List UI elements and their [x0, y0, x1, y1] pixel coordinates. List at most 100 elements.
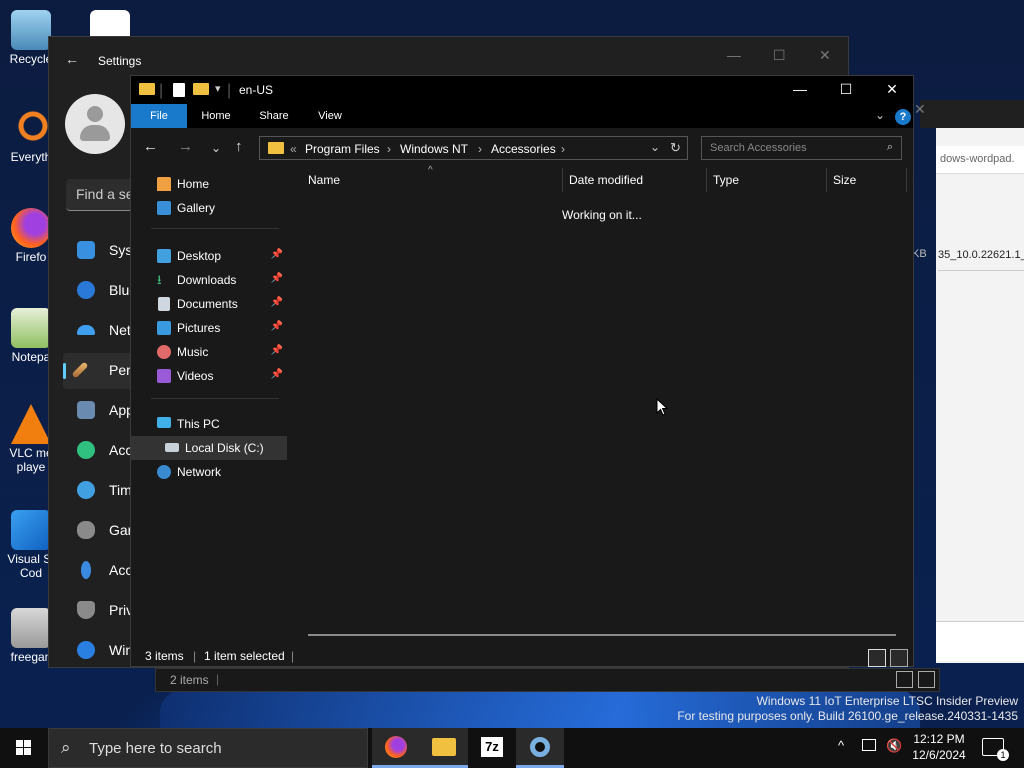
nav-item-downloads[interactable]: ⭳ Downloads 📌: [131, 268, 287, 292]
firefox-icon: [385, 736, 407, 758]
nav-item-music[interactable]: Music 📌: [131, 340, 287, 364]
tab-share[interactable]: Share: [251, 104, 297, 128]
taskbar-7zip[interactable]: 7z: [468, 728, 516, 768]
volume-muted-icon[interactable]: 🔇: [886, 738, 902, 768]
tab-home[interactable]: Home: [193, 104, 239, 128]
nav-label: Local Disk (C:): [185, 441, 264, 455]
pin-icon[interactable]: 📌: [271, 369, 283, 380]
taskbar-firefox[interactable]: [372, 728, 420, 768]
horizontal-scrollbar[interactable]: [308, 634, 896, 636]
search-input[interactable]: Search Accessories ⌕: [701, 136, 902, 160]
qa-sep: |: [159, 82, 164, 99]
details-view-icon[interactable]: [868, 649, 886, 667]
large-icons-view-icon[interactable]: [890, 649, 908, 667]
recent-locations-chevron-icon[interactable]: ⌄: [211, 141, 221, 155]
column-resize-handle[interactable]: [826, 168, 827, 192]
show-hidden-icons-chevron-icon[interactable]: ^: [838, 738, 844, 768]
vscode-icon: [11, 510, 51, 550]
help-icon[interactable]: ?: [895, 109, 911, 125]
bg-close-icon[interactable]: ✕: [914, 101, 934, 125]
nav-label: Gallery: [177, 201, 216, 215]
nav-item-videos[interactable]: Videos 📌: [131, 364, 287, 388]
nav-item-this-pc[interactable]: This PC: [131, 412, 287, 436]
breadcrumb-overflow[interactable]: «: [290, 142, 297, 156]
search-icon: ⌕: [61, 738, 71, 757]
breadcrumb-accessories[interactable]: Accessories: [491, 142, 556, 156]
minimize-button[interactable]: —: [727, 47, 741, 63]
column-resize-handle[interactable]: [706, 168, 707, 192]
details-view-icon[interactable]: [896, 671, 913, 688]
taskbar-file-explorer[interactable]: [420, 728, 468, 768]
desktop-icon-label: Notepa: [11, 350, 51, 364]
settings-gear-icon: [530, 737, 550, 757]
bluetooth-icon: [77, 281, 95, 299]
nav-item-gallery[interactable]: Gallery: [131, 196, 287, 220]
back-arrow-icon[interactable]: ←: [65, 51, 79, 67]
tab-view[interactable]: View: [307, 104, 353, 128]
breadcrumb-program-files[interactable]: Program Files: [305, 142, 380, 156]
new-folder-icon[interactable]: [193, 83, 209, 95]
tab-file[interactable]: File: [131, 104, 187, 128]
minimize-button[interactable]: —: [777, 81, 823, 97]
avatar[interactable]: [65, 94, 125, 154]
folder-icon: [268, 142, 284, 154]
column-header-type[interactable]: Type: [713, 173, 739, 187]
address-dropdown-icon[interactable]: ⌄: [650, 140, 660, 154]
column-header-name[interactable]: Name: [308, 173, 340, 187]
start-button[interactable]: [0, 728, 48, 768]
maximize-button[interactable]: ☐: [823, 81, 869, 98]
nav-label: Acc: [109, 562, 133, 578]
back-arrow-icon[interactable]: ←: [143, 138, 158, 155]
music-icon: [157, 345, 171, 359]
pin-icon[interactable]: 📌: [271, 297, 283, 308]
column-header-date-modified[interactable]: Date modified: [569, 173, 643, 187]
nav-item-home[interactable]: Home: [131, 172, 287, 196]
notification-center-icon[interactable]: 1: [982, 738, 1009, 761]
large-icons-view-icon[interactable]: [918, 671, 935, 688]
pin-icon[interactable]: 📌: [271, 321, 283, 332]
folder-icon: [139, 83, 155, 95]
nav-item-pictures[interactable]: Pictures 📌: [131, 316, 287, 340]
close-button[interactable]: ✕: [819, 47, 831, 64]
nav-label: Music: [177, 345, 209, 359]
watermark-line1: Windows 11 IoT Enterprise LTSC Insider P…: [756, 694, 1018, 708]
pin-icon[interactable]: 📌: [271, 345, 283, 356]
home-icon: [157, 177, 171, 191]
nav-item-documents[interactable]: Documents 📌: [131, 292, 287, 316]
clock-date: 12/6/2024: [912, 748, 966, 762]
videos-icon: [157, 369, 171, 383]
breadcrumb-chevron-icon: ›: [561, 142, 565, 156]
refresh-icon[interactable]: ↻: [670, 140, 681, 156]
address-bar[interactable]: « Program Files › Windows NT › Accessori…: [259, 136, 688, 160]
file-explorer-window: | ▾ | en-US — ☐ ✕ File Home Share View ⌄…: [130, 75, 914, 667]
nav-item-local-disk[interactable]: Local Disk (C:): [131, 436, 287, 460]
taskbar-settings[interactable]: [516, 728, 564, 768]
status-bar: 3 items | 1 item selected |: [131, 646, 913, 667]
forward-arrow-icon[interactable]: →: [178, 138, 193, 155]
taskbar-search-box[interactable]: ⌕ Type here to search: [48, 728, 368, 768]
nav-label: Gar: [109, 522, 133, 538]
breadcrumb-windows-nt[interactable]: Windows NT: [400, 142, 468, 156]
chevron-down-icon[interactable]: ⌄: [875, 108, 885, 122]
column-resize-handle[interactable]: [562, 168, 563, 192]
close-button[interactable]: ✕: [869, 81, 915, 98]
pin-icon[interactable]: 📌: [271, 273, 283, 284]
bg-footer: [936, 621, 1024, 661]
everything-search-icon: [11, 108, 51, 148]
file-explorer-icon: [432, 738, 456, 756]
brush-icon: [71, 361, 89, 379]
vlc-icon: [11, 404, 51, 444]
qa-dropdown-icon[interactable]: ▾: [215, 82, 221, 95]
nav-item-network[interactable]: Network: [131, 460, 287, 484]
up-arrow-icon[interactable]: ↑: [235, 138, 243, 155]
column-header-size[interactable]: Size: [833, 173, 856, 187]
nav-label: Tim: [109, 482, 132, 498]
nav-item-desktop[interactable]: Desktop 📌: [131, 244, 287, 268]
background-window: ✕ dows-wordpad. KB 35_10.0.22621.1_: [912, 100, 1024, 663]
taskbar-clock[interactable]: 12:12 PM 12/6/2024: [908, 731, 970, 763]
properties-icon[interactable]: [173, 83, 185, 97]
column-resize-handle[interactable]: [906, 168, 907, 192]
network-status-icon[interactable]: [862, 739, 876, 751]
maximize-button[interactable]: ☐: [773, 47, 786, 64]
pin-icon[interactable]: 📌: [271, 249, 283, 260]
